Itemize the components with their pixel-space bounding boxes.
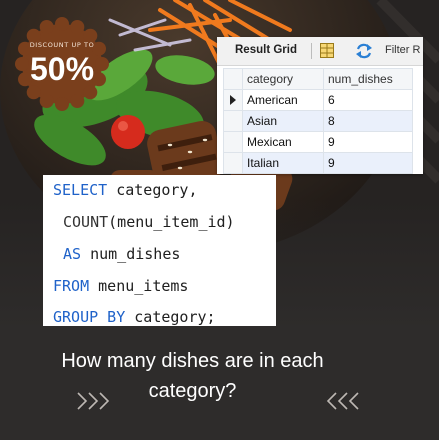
current-row-arrow-icon bbox=[230, 95, 236, 105]
row-marker bbox=[223, 131, 243, 153]
sql-line-2: COUNT(menu_item_id) bbox=[63, 213, 235, 231]
badge-label: DISCOUNT UP TO bbox=[29, 41, 95, 49]
cell-category[interactable]: Mexican bbox=[242, 131, 324, 153]
badge-value: 50% bbox=[29, 51, 95, 87]
row-marker bbox=[223, 152, 243, 174]
sql-function: COUNT bbox=[63, 213, 109, 231]
sql-line-4: FROM menu_items bbox=[53, 277, 188, 295]
cell-num-dishes[interactable]: 8 bbox=[323, 110, 413, 132]
cell-category[interactable]: Italian bbox=[242, 152, 324, 174]
sql-code-panel: SELECT category, COUNT(menu_item_id) AS … bbox=[43, 175, 276, 326]
sql-keyword: FROM bbox=[53, 277, 90, 295]
cell-category[interactable]: Asian bbox=[242, 110, 324, 132]
row-marker bbox=[223, 89, 243, 111]
sql-line-1: SELECT category, bbox=[53, 181, 198, 199]
result-grid-panel: Result Grid Filter R category num_dishes… bbox=[217, 37, 423, 174]
sql-keyword: SELECT bbox=[53, 181, 108, 199]
sql-line-3: AS num_dishes bbox=[63, 245, 180, 263]
sql-text: num_dishes bbox=[81, 245, 181, 263]
result-table: category num_dishes American 6 Asian 8 M… bbox=[223, 68, 413, 174]
sql-text: menu_items bbox=[89, 277, 189, 295]
table-row[interactable]: Mexican 9 bbox=[223, 131, 413, 153]
sql-keyword: GROUP BY bbox=[53, 308, 126, 326]
promo-graphic: DISCOUNT UP TO 50% Result Grid Filter R bbox=[0, 0, 439, 440]
table-row[interactable]: Asian 8 bbox=[223, 110, 413, 132]
toolbar-divider bbox=[311, 43, 312, 59]
column-header-category[interactable]: category bbox=[242, 68, 324, 90]
cell-category[interactable]: American bbox=[242, 89, 324, 111]
table-row[interactable]: Italian 9 bbox=[223, 152, 413, 174]
row-marker bbox=[223, 110, 243, 132]
sql-line-5: GROUP BY category; bbox=[53, 308, 216, 326]
filter-rows-label[interactable]: Filter R bbox=[385, 44, 420, 56]
sql-keyword: AS bbox=[63, 245, 82, 263]
sql-text: (menu_item_id) bbox=[108, 213, 235, 231]
table-row[interactable]: American 6 bbox=[223, 89, 413, 111]
result-grid-toolbar: Result Grid Filter R bbox=[217, 37, 423, 66]
row-marker-header bbox=[223, 68, 243, 90]
chevrons-right-icon bbox=[77, 392, 110, 410]
refresh-icon[interactable] bbox=[355, 43, 373, 59]
table-header-row: category num_dishes bbox=[223, 68, 413, 90]
discount-badge: DISCOUNT UP TO 50% bbox=[15, 17, 109, 111]
sql-text: category, bbox=[107, 181, 198, 199]
cell-num-dishes[interactable]: 9 bbox=[323, 152, 413, 174]
cell-num-dishes[interactable]: 6 bbox=[323, 89, 413, 111]
column-header-num-dishes[interactable]: num_dishes bbox=[323, 68, 413, 90]
chevrons-left-icon bbox=[326, 392, 359, 410]
cell-num-dishes[interactable]: 9 bbox=[323, 131, 413, 153]
headline-line-1: How many dishes are in each bbox=[61, 350, 324, 372]
grid-view-icon[interactable] bbox=[320, 43, 334, 58]
sql-text: category; bbox=[125, 308, 216, 326]
result-grid-tab[interactable]: Result Grid bbox=[235, 44, 297, 56]
